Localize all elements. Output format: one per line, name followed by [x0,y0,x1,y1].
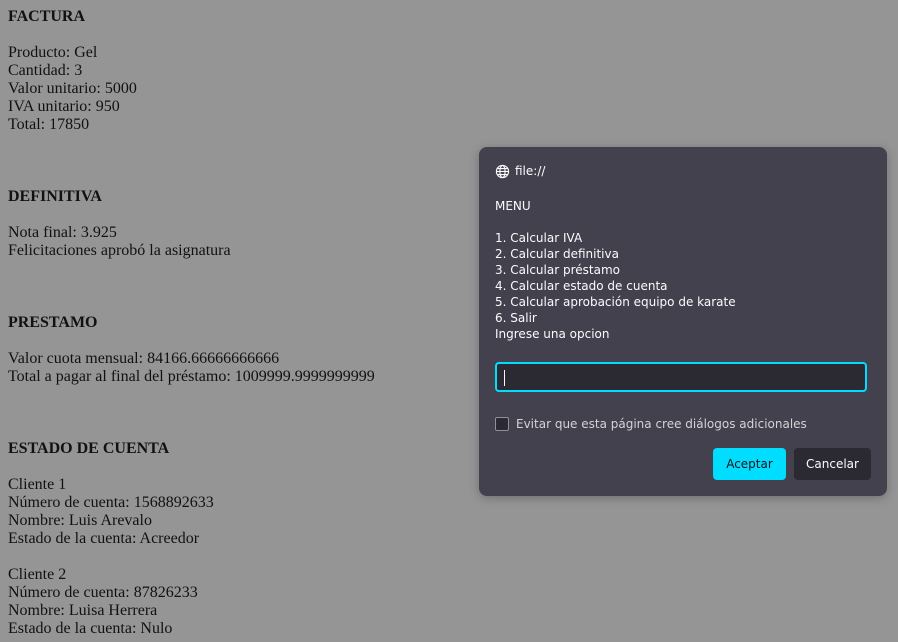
definitiva-heading: DEFINITIVA [8,188,102,205]
prompt-dialog: file:// MENU 1. Calcular IVA 2. Calcular… [479,147,887,496]
menu-option: 4. Calcular estado de cuenta [495,279,668,293]
dialog-message: MENU 1. Calcular IVA 2. Calcular definit… [495,198,871,342]
menu-option: 1. Calcular IVA [495,231,583,245]
factura-unit-value: Valor unitario: 5000 [8,80,137,97]
client-name: Nombre: Luis Arevalo [8,512,152,529]
factura-heading: FACTURA [8,8,86,25]
client-block: Cliente 1 Número de cuenta: 1568892633 N… [8,476,214,548]
dialog-origin-text: file:// [515,164,546,178]
prestamo-section: PRESTAMO Valor cuota mensual: 84166.6666… [8,314,375,386]
definitiva-section: DEFINITIVA Nota final: 3.925 Felicitacio… [8,188,231,260]
globe-icon [495,164,510,179]
suppress-dialogs-checkbox[interactable]: Evitar que esta página cree diálogos adi… [495,417,807,431]
dialog-menu-title: MENU [495,199,531,213]
client-title: Cliente 1 [8,476,67,493]
client-status: Estado de la cuenta: Nulo [8,620,173,637]
definitiva-lines: Nota final: 3.925 Felicitaciones aprobó … [8,224,231,260]
menu-option: 6. Salir [495,311,537,325]
accept-button[interactable]: Aceptar [713,448,786,480]
option-input[interactable] [495,362,867,392]
factura-lines: Producto: Gel Cantidad: 3 Valor unitario… [8,44,137,134]
menu-option: 5. Calcular aprobación equipo de karate [495,295,736,309]
definitiva-final-grade: Nota final: 3.925 [8,224,117,241]
menu-option: 3. Calcular préstamo [495,263,620,277]
prestamo-heading: PRESTAMO [8,314,98,331]
client-account: Número de cuenta: 1568892633 [8,494,214,511]
checkbox-box[interactable] [495,417,509,431]
estado-section: ESTADO DE CUENTA Cliente 1 Número de cue… [8,440,214,638]
dialog-prompt-text: Ingrese una opcion [495,327,610,341]
menu-option: 2. Calcular definitiva [495,247,619,261]
factura-product: Producto: Gel [8,44,98,61]
client-title: Cliente 2 [8,566,67,583]
estado-clients: Cliente 1 Número de cuenta: 1568892633 N… [8,476,214,638]
client-name: Nombre: Luisa Herrera [8,602,158,619]
prestamo-monthly-payment: Valor cuota mensual: 84166.66666666666 [8,350,280,367]
factura-quantity: Cantidad: 3 [8,62,83,79]
client-block: Cliente 2 Número de cuenta: 87826233 Nom… [8,566,214,638]
estado-heading: ESTADO DE CUENTA [8,440,170,457]
client-account: Número de cuenta: 87826233 [8,584,198,601]
cancel-button[interactable]: Cancelar [794,448,871,480]
dialog-origin: file:// [495,163,545,179]
prestamo-lines: Valor cuota mensual: 84166.66666666666 T… [8,350,375,386]
factura-unit-iva: IVA unitario: 950 [8,98,120,115]
text-caret [504,370,505,386]
prestamo-total-payment: Total a pagar al final del préstamo: 100… [8,368,375,385]
checkbox-label: Evitar que esta página cree diálogos adi… [516,417,807,431]
factura-total: Total: 17850 [8,116,90,133]
factura-section: FACTURA Producto: Gel Cantidad: 3 Valor … [8,8,137,134]
definitiva-message: Felicitaciones aprobó la asignatura [8,242,231,259]
client-status: Estado de la cuenta: Acreedor [8,530,200,547]
